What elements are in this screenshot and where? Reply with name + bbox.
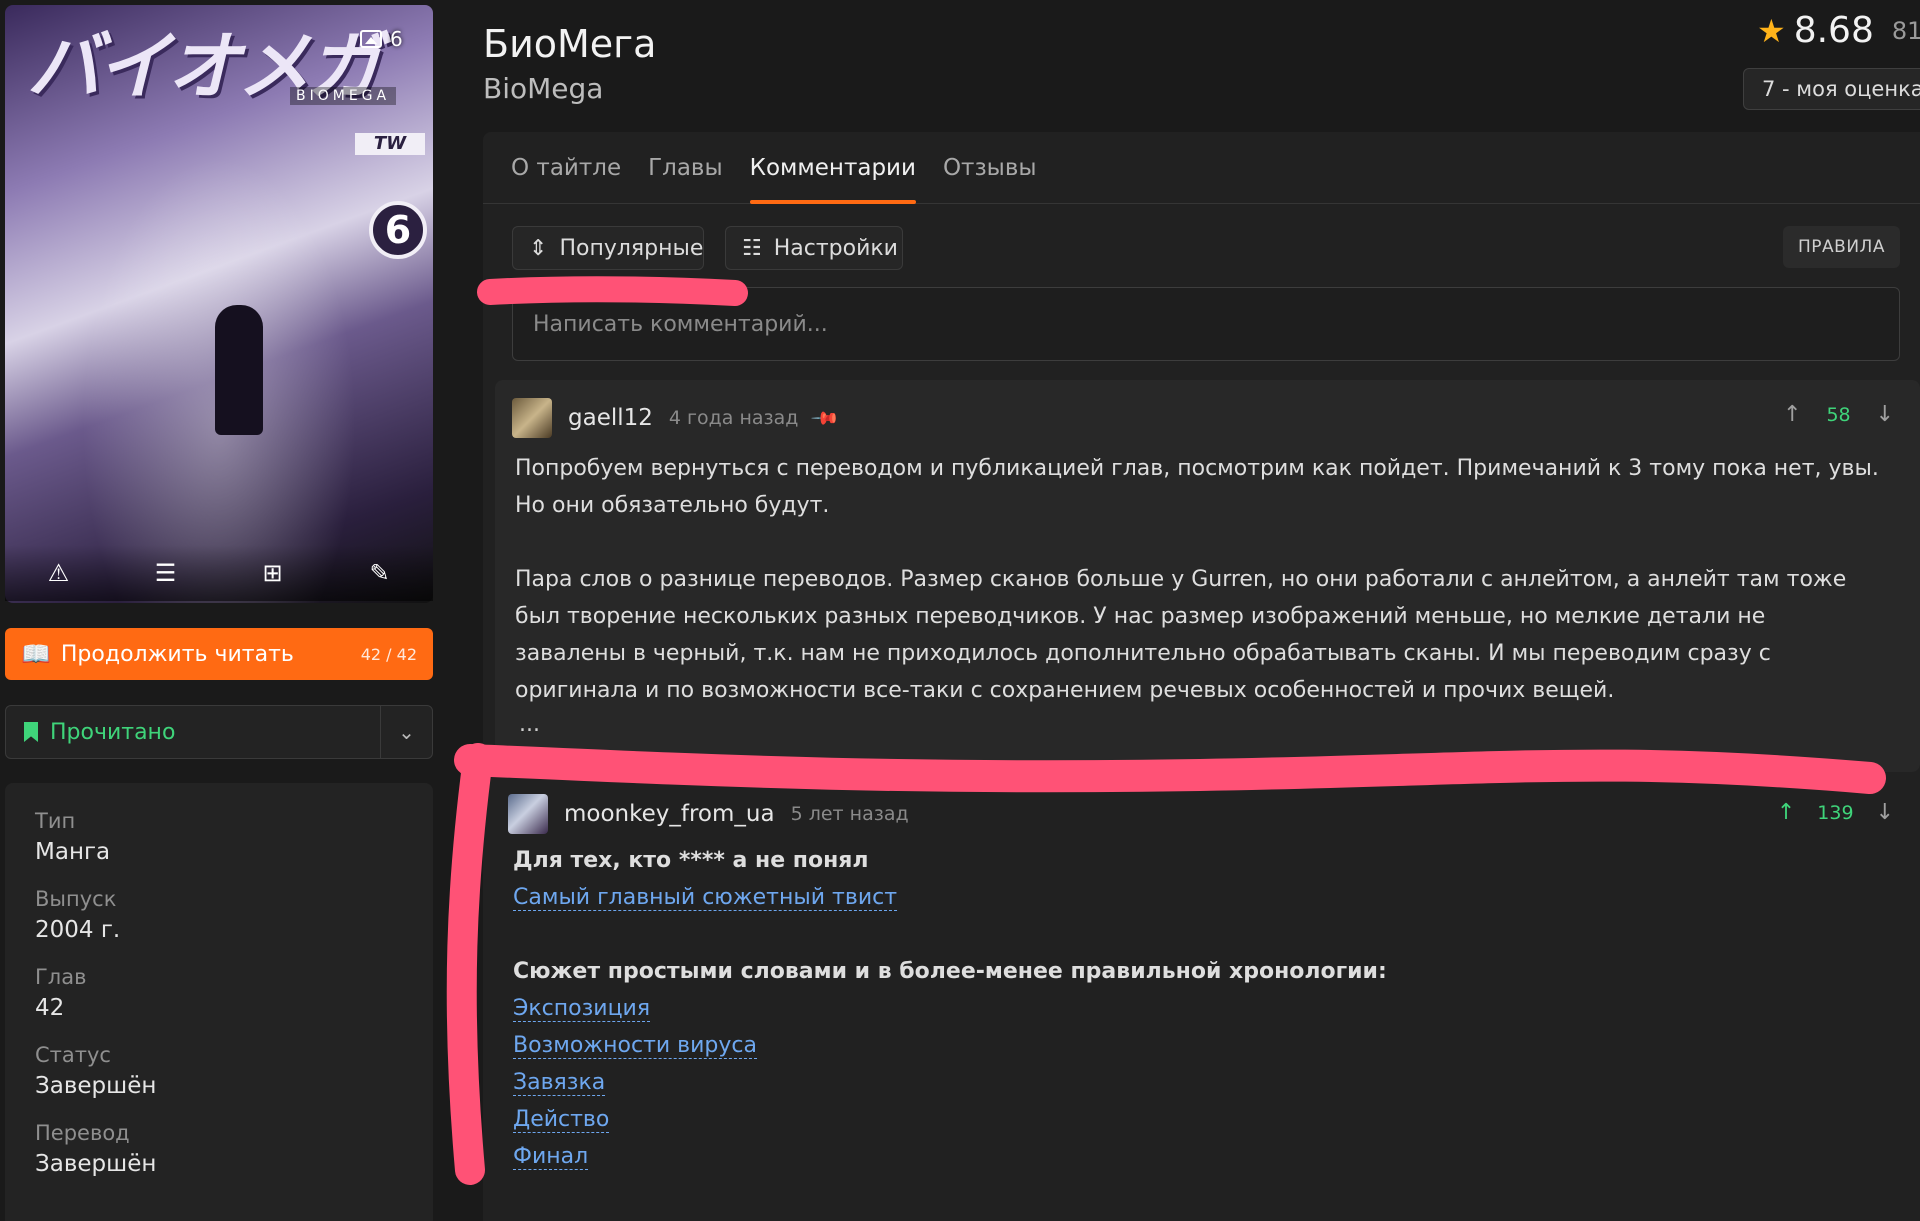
comment-heading: Для тех, кто **** а не понял xyxy=(513,848,869,873)
comment-paragraph: Попробуем вернуться с переводом и публик… xyxy=(515,456,1879,518)
comment-time: 4 года назад xyxy=(668,407,799,429)
content-card: О тайтле Главы Комментарии Отзывы ⇕ Попу… xyxy=(483,132,1920,1221)
continue-reading-button[interactable]: 📖 Продолжить читать 42 / 42 xyxy=(5,628,433,680)
cover-image[interactable]: バイオメガ BIOMEGA TW 6 6 xyxy=(5,5,433,603)
comment: moonkey_from_ua 5 лет назад ↑ 139 ↓ Для … xyxy=(495,784,1920,1221)
marker-stroke-vertical xyxy=(446,743,493,1185)
image-count-value: 6 xyxy=(390,27,403,51)
sort-icon: ⇕ xyxy=(529,235,548,261)
sort-label: Популярные xyxy=(559,235,704,261)
chevron-down-icon[interactable]: ⌄ xyxy=(380,706,432,758)
rating: ★ 8.68 819 xyxy=(1757,10,1920,51)
info-type: Тип Манга xyxy=(35,809,403,865)
rating-value: 8.68 xyxy=(1793,10,1874,51)
cover-figure xyxy=(215,305,263,435)
rules-button[interactable]: ПРАВИЛА xyxy=(1783,226,1900,268)
avatar[interactable] xyxy=(512,398,552,438)
info-chapters: Глав 42 xyxy=(35,965,403,1021)
comment-body: Попробуем вернуться с переводом и публик… xyxy=(515,450,1880,746)
info-label: Перевод xyxy=(35,1121,130,1145)
info-release: Выпуск 2004 г. xyxy=(35,887,403,943)
info-label: Тип xyxy=(35,809,76,833)
info-label: Глав xyxy=(35,965,87,989)
image-count[interactable]: 6 xyxy=(360,27,403,51)
comment-votes: ↑ 58 ↓ xyxy=(1783,402,1894,427)
arrow-down-icon[interactable]: ↓ xyxy=(1876,402,1894,427)
comment-input[interactable] xyxy=(512,287,1900,361)
arrow-up-icon[interactable]: ↑ xyxy=(1783,402,1801,427)
info-value: Завершён xyxy=(35,1151,157,1177)
tab-comments[interactable]: Комментарии xyxy=(749,132,917,204)
comment-time: 5 лет назад xyxy=(790,803,909,825)
comment-username[interactable]: moonkey_from_ua xyxy=(564,801,775,827)
tab-about[interactable]: О тайтле xyxy=(511,132,621,204)
spoiler-link[interactable]: Самый главный сюжетный твист xyxy=(513,885,898,911)
reading-status-button[interactable]: Прочитано ⌄ xyxy=(5,705,433,759)
avatar[interactable] xyxy=(508,794,548,834)
cover-art-volume: 6 xyxy=(369,201,427,259)
tabs: О тайтле Главы Комментарии Отзывы xyxy=(483,132,1920,204)
settings-label: Настройки xyxy=(773,235,898,261)
comment-heading: Сюжет простыми словами и в более-менее п… xyxy=(513,959,1387,984)
settings-button[interactable]: ☷ Настройки xyxy=(725,226,903,270)
cover-art-publisher: TW xyxy=(355,133,425,155)
pin-icon: 📌 xyxy=(810,402,841,434)
tab-reviews[interactable]: Отзывы xyxy=(943,132,1037,204)
page-title: БиоМега xyxy=(483,22,657,66)
book-icon: 📖 xyxy=(21,640,51,668)
comment-header: gaell12 4 года назад 📌 xyxy=(512,398,841,438)
left-column: バイオメガ BIOMEGA TW 6 6 ⚠ ☰ ⊞ ✎ 📖 Продолжит… xyxy=(0,0,445,1221)
warning-icon[interactable]: ⚠ xyxy=(43,559,75,587)
info-value: Манга xyxy=(35,839,111,865)
continue-reading-label: Продолжить читать xyxy=(60,641,294,667)
sort-button[interactable]: ⇕ Популярные xyxy=(512,226,704,270)
arrow-down-icon[interactable]: ↓ xyxy=(1876,800,1894,825)
info-value: 2004 г. xyxy=(35,917,121,943)
reading-status-label: Прочитано xyxy=(50,719,176,745)
arrow-up-icon[interactable]: ↑ xyxy=(1777,800,1795,825)
edit-icon[interactable]: ✎ xyxy=(364,559,396,587)
reading-progress: 42 / 42 xyxy=(360,644,417,664)
image-icon xyxy=(360,30,382,48)
info-translation: Перевод Завершён xyxy=(35,1121,403,1177)
info-value: 42 xyxy=(35,995,65,1021)
spoiler-link[interactable]: Возможности вируса xyxy=(513,1033,757,1059)
reading-status-main[interactable]: Прочитано xyxy=(6,706,380,758)
info-label: Выпуск xyxy=(35,887,117,911)
info-status: Статус Завершён xyxy=(35,1043,403,1099)
cover-actions: ⚠ ☰ ⊞ ✎ xyxy=(5,545,433,601)
bookmark-icon xyxy=(24,722,38,742)
comment-username[interactable]: gaell12 xyxy=(568,405,653,431)
title-info-panel: Тип Манга Выпуск 2004 г. Глав 42 Статус … xyxy=(5,783,433,1221)
spoiler-link[interactable]: Действо xyxy=(513,1107,610,1133)
vote-count: 58 xyxy=(1826,403,1851,426)
spoiler-link[interactable]: Завязка xyxy=(513,1070,606,1096)
add-icon[interactable]: ⊞ xyxy=(257,559,289,587)
vote-count: 139 xyxy=(1817,801,1854,824)
info-label: Статус xyxy=(35,1043,111,1067)
rating-count: 819 xyxy=(1891,16,1920,45)
comment-votes: ↑ 139 ↓ xyxy=(1777,800,1894,825)
sliders-icon: ☷ xyxy=(742,235,762,261)
spoiler-link[interactable]: Экспозиция xyxy=(513,996,651,1022)
comment-more-button[interactable]: ... xyxy=(519,712,540,737)
comment-body: Для тех, кто **** а не понял Самый главн… xyxy=(513,842,1387,1175)
my-rating-button[interactable]: 7 - моя оценка xyxy=(1743,68,1920,110)
comment-paragraph: Пара слов о разнице переводов. Размер ск… xyxy=(515,567,1847,703)
spoiler-link[interactable]: Финал xyxy=(513,1144,589,1170)
info-value: Завершён xyxy=(35,1073,157,1099)
star-icon: ★ xyxy=(1757,11,1786,50)
comment-header: moonkey_from_ua 5 лет назад xyxy=(508,794,909,834)
list-icon[interactable]: ☰ xyxy=(150,559,182,587)
page-subtitle: BioMega xyxy=(483,72,604,105)
cover-art-subtitle: BIOMEGA xyxy=(290,87,397,105)
tab-chapters[interactable]: Главы xyxy=(648,132,723,204)
comment: gaell12 4 года назад 📌 ↑ 58 ↓ Попробуем … xyxy=(495,380,1920,772)
